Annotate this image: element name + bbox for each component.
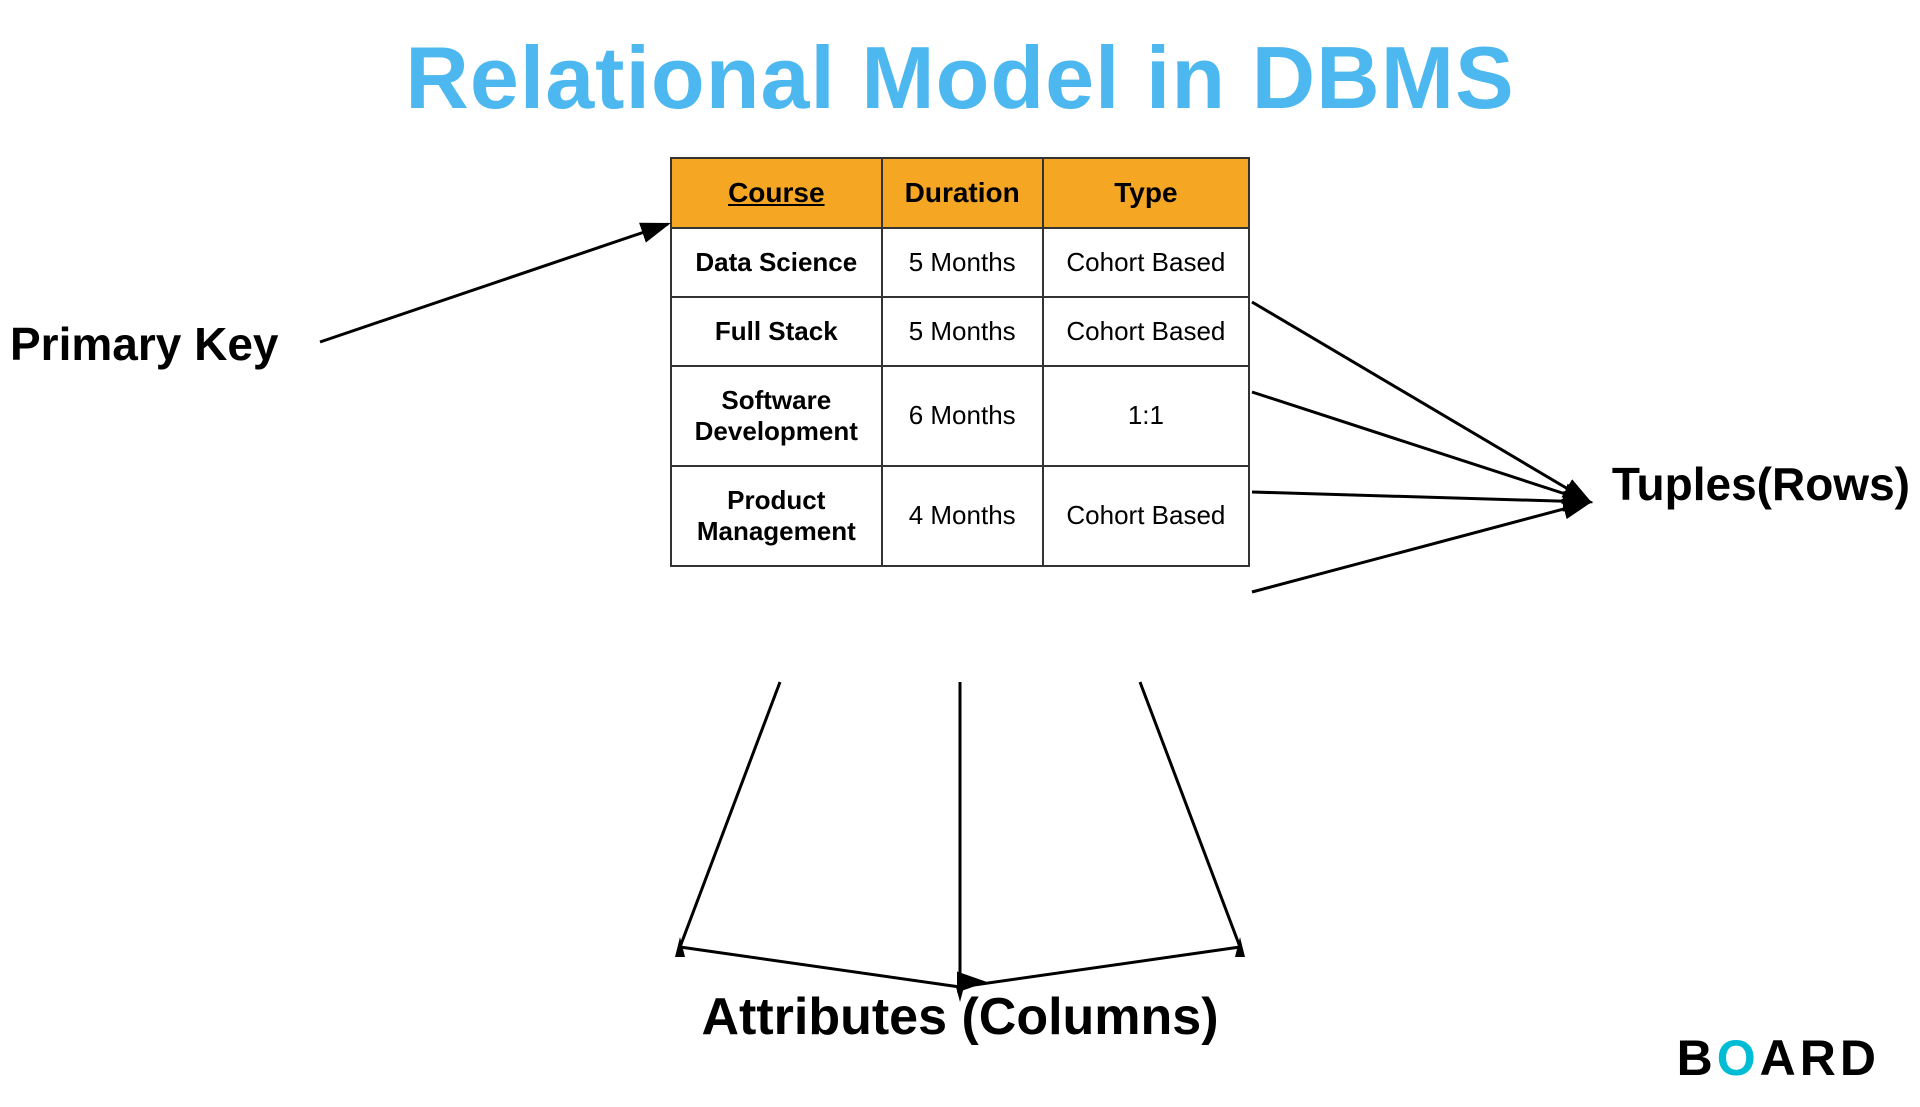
- relational-table: Course Duration Type Data Science 5 Mont…: [670, 157, 1250, 567]
- col-header-course: Course: [671, 158, 882, 228]
- table-row: Data Science 5 Months Cohort Based: [671, 228, 1249, 297]
- tuples-label: Tuples(Rows): [1612, 457, 1910, 511]
- col-header-type: Type: [1043, 158, 1249, 228]
- logo-o1: O: [1717, 1030, 1760, 1086]
- logo-b: B: [1677, 1030, 1717, 1086]
- logo-a: A: [1760, 1030, 1800, 1086]
- col-header-duration: Duration: [882, 158, 1043, 228]
- cell-duration-3: 6 Months: [882, 366, 1043, 466]
- cell-type-4: Cohort Based: [1043, 466, 1249, 566]
- cell-course-4: ProductManagement: [671, 466, 882, 566]
- cell-duration-2: 5 Months: [882, 297, 1043, 366]
- cell-duration-1: 5 Months: [882, 228, 1043, 297]
- page-title: Relational Model in DBMS: [0, 0, 1920, 127]
- primary-key-label: Primary Key: [10, 317, 279, 371]
- logo-r: R: [1800, 1030, 1840, 1086]
- board-logo: BOARD: [1677, 1029, 1880, 1087]
- table-row: Full Stack 5 Months Cohort Based: [671, 297, 1249, 366]
- cell-course-1: Data Science: [671, 228, 882, 297]
- logo-d: D: [1840, 1030, 1880, 1086]
- cell-course-2: Full Stack: [671, 297, 882, 366]
- cell-duration-4: 4 Months: [882, 466, 1043, 566]
- cell-type-2: Cohort Based: [1043, 297, 1249, 366]
- cell-type-3: 1:1: [1043, 366, 1249, 466]
- table-row: ProductManagement 4 Months Cohort Based: [671, 466, 1249, 566]
- cell-course-3: SoftwareDevelopment: [671, 366, 882, 466]
- attributes-label: Attributes (Columns): [701, 987, 1218, 1047]
- cell-type-1: Cohort Based: [1043, 228, 1249, 297]
- table-row: SoftwareDevelopment 6 Months 1:1: [671, 366, 1249, 466]
